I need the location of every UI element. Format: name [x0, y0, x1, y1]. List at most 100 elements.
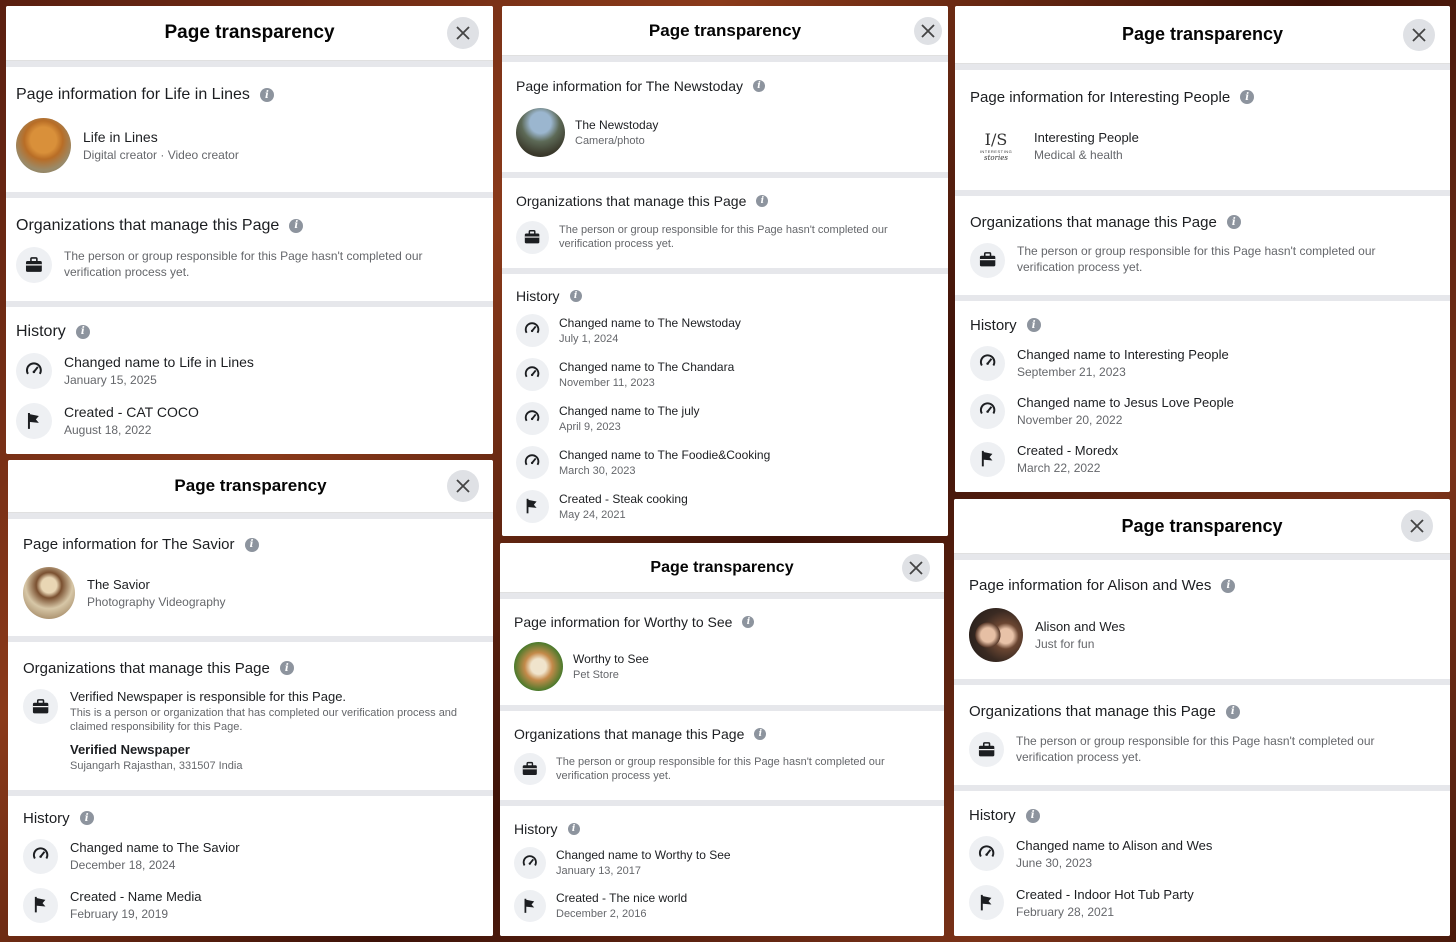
- close-button[interactable]: [1401, 510, 1433, 542]
- rename-gauge-icon: [516, 402, 549, 435]
- history-title: Changed name to The Savior: [70, 840, 240, 855]
- info-icon[interactable]: i: [754, 728, 767, 740]
- info-icon[interactable]: i: [756, 194, 769, 207]
- close-x-icon: [456, 479, 470, 493]
- history-item: Created - Name Media February 19, 2019: [23, 887, 478, 923]
- page-info-section: Page information for Worthy to See i Wort…: [500, 599, 944, 705]
- page-name[interactable]: The Newstoday: [575, 118, 658, 132]
- section-heading: History i: [16, 323, 483, 341]
- history-title: Changed name to Alison and Wes: [1016, 837, 1213, 853]
- history-title: Created - Indoor Hot Tub Party: [1016, 886, 1194, 902]
- info-icon[interactable]: i: [569, 290, 582, 302]
- panel-header: Page transparency: [8, 460, 493, 513]
- page-category: Pet Store: [573, 668, 619, 681]
- page-info-section: Page information for The Savior i The Sav…: [8, 519, 493, 636]
- org-status-text: The person or group responsible for this…: [1017, 244, 1376, 274]
- info-icon[interactable]: i: [289, 218, 304, 233]
- panel-title: Page transparency: [650, 558, 794, 576]
- page-info-section: Page information for The Newstoday i The …: [502, 62, 948, 172]
- info-icon[interactable]: i: [1221, 578, 1236, 593]
- history-title: Changed name to The Foodie&Cooking: [559, 448, 771, 462]
- flag-icon: [969, 885, 1004, 920]
- avatar[interactable]: [969, 608, 1023, 662]
- page-info-section: Page information for Life in Lines i Life…: [6, 67, 493, 192]
- info-icon[interactable]: i: [742, 615, 755, 628]
- close-x-icon: [1410, 519, 1424, 533]
- orgs-section: Organizations that manage this Page i The…: [955, 196, 1450, 295]
- rename-gauge-icon: [970, 345, 1005, 381]
- close-button[interactable]: [902, 553, 930, 582]
- avatar[interactable]: [516, 107, 565, 157]
- info-icon[interactable]: i: [567, 822, 580, 835]
- transparency-panel-life-in-lines: Page transparency Page information for L…: [6, 6, 493, 454]
- history-item: Created - CAT COCO August 18, 2022: [16, 402, 483, 439]
- history-item: Changed name to The Newstoday July 1, 202…: [516, 314, 934, 347]
- history-item: Created - Steak cooking May 24, 2021: [516, 490, 934, 523]
- page-identity: The Newstoday Camera/photo: [516, 107, 934, 157]
- transparency-panel-interesting-people: Page transparency Page information for I…: [955, 6, 1450, 492]
- info-icon[interactable]: i: [1026, 318, 1041, 332]
- page-name[interactable]: Worthy to See: [573, 652, 649, 666]
- info-icon[interactable]: i: [244, 537, 259, 552]
- avatar[interactable]: [514, 641, 563, 691]
- transparency-panel-alison-and-wes: Page transparency Page information for A…: [954, 499, 1450, 936]
- info-icon[interactable]: i: [1226, 215, 1241, 229]
- info-icon[interactable]: i: [79, 811, 94, 825]
- page-name[interactable]: The Savior: [87, 577, 226, 592]
- close-button[interactable]: [447, 470, 479, 502]
- section-heading: Organizations that manage this Page i: [516, 193, 934, 209]
- rename-gauge-icon: [970, 393, 1005, 429]
- history-section: History i Changed name to Interesting Peo…: [955, 301, 1450, 492]
- history-item: Changed name to Jesus Love People Novembe…: [970, 393, 1435, 429]
- history-title: Created - The nice world: [556, 891, 688, 905]
- section-heading: History i: [23, 810, 478, 827]
- briefcase-icon: [970, 242, 1005, 278]
- page-category: Photography Videography: [87, 595, 226, 609]
- info-icon[interactable]: i: [75, 324, 90, 339]
- history-date: January 13, 2017: [556, 865, 642, 877]
- history-title: Changed name to The Chandara: [559, 360, 735, 374]
- page-name[interactable]: Life in Lines: [83, 129, 239, 145]
- history-item: Changed name to The july April 9, 2023: [516, 402, 934, 435]
- info-icon[interactable]: i: [1240, 90, 1255, 104]
- close-button[interactable]: [447, 17, 479, 49]
- page-identity: Alison and Wes Just for fun: [969, 608, 1435, 662]
- panel-header: Page transparency: [954, 499, 1450, 554]
- history-section: History i Changed name to Life in Lines Ja…: [6, 307, 493, 454]
- logo-avatar[interactable]: I/S INTERESTING stories: [970, 119, 1022, 172]
- history-title: Changed name to The Newstoday: [559, 316, 741, 330]
- history-section: History i Changed name to Worthy to See Ja…: [500, 806, 944, 936]
- page-info-section: Page information for Interesting People i…: [955, 70, 1450, 190]
- section-heading: Organizations that manage this Page i: [970, 214, 1435, 231]
- info-icon[interactable]: i: [1025, 808, 1040, 823]
- history-date: February 28, 2021: [1016, 904, 1115, 919]
- verified-org-name[interactable]: Verified Newspaper: [70, 742, 478, 757]
- avatar[interactable]: [23, 567, 75, 619]
- history-section: History i Changed name to The Savior Decem…: [8, 796, 493, 936]
- close-x-icon: [456, 26, 470, 40]
- close-button[interactable]: [914, 16, 942, 45]
- history-title: Changed name to Worthy to See: [556, 848, 731, 862]
- info-icon[interactable]: i: [259, 88, 274, 102]
- orgs-section: Organizations that manage this Page i The…: [500, 711, 944, 800]
- briefcase-icon: [514, 753, 546, 785]
- info-icon[interactable]: i: [752, 79, 765, 92]
- history-date: March 22, 2022: [1017, 461, 1101, 475]
- info-icon[interactable]: i: [279, 661, 294, 676]
- info-icon[interactable]: i: [1225, 704, 1240, 719]
- history-title: Created - Moredx: [1017, 443, 1119, 458]
- page-name[interactable]: Alison and Wes: [1035, 619, 1125, 634]
- orgs-section: Organizations that manage this Page i The…: [6, 198, 493, 301]
- transparency-panel-worthy-to-see: Page transparency Page information for W…: [500, 543, 944, 936]
- avatar[interactable]: [16, 118, 71, 173]
- orgs-section: Organizations that manage this Page i Ver…: [8, 642, 493, 790]
- flag-icon: [16, 402, 52, 439]
- section-heading: Page information for Interesting People i: [970, 89, 1435, 106]
- page-category: Camera/photo: [575, 134, 645, 147]
- section-heading: History i: [514, 821, 930, 837]
- page-name[interactable]: Interesting People: [1034, 130, 1139, 145]
- history-date: January 15, 2025: [64, 373, 157, 387]
- history-date: September 21, 2023: [1017, 365, 1126, 379]
- close-button[interactable]: [1403, 18, 1435, 51]
- flag-icon: [970, 441, 1005, 477]
